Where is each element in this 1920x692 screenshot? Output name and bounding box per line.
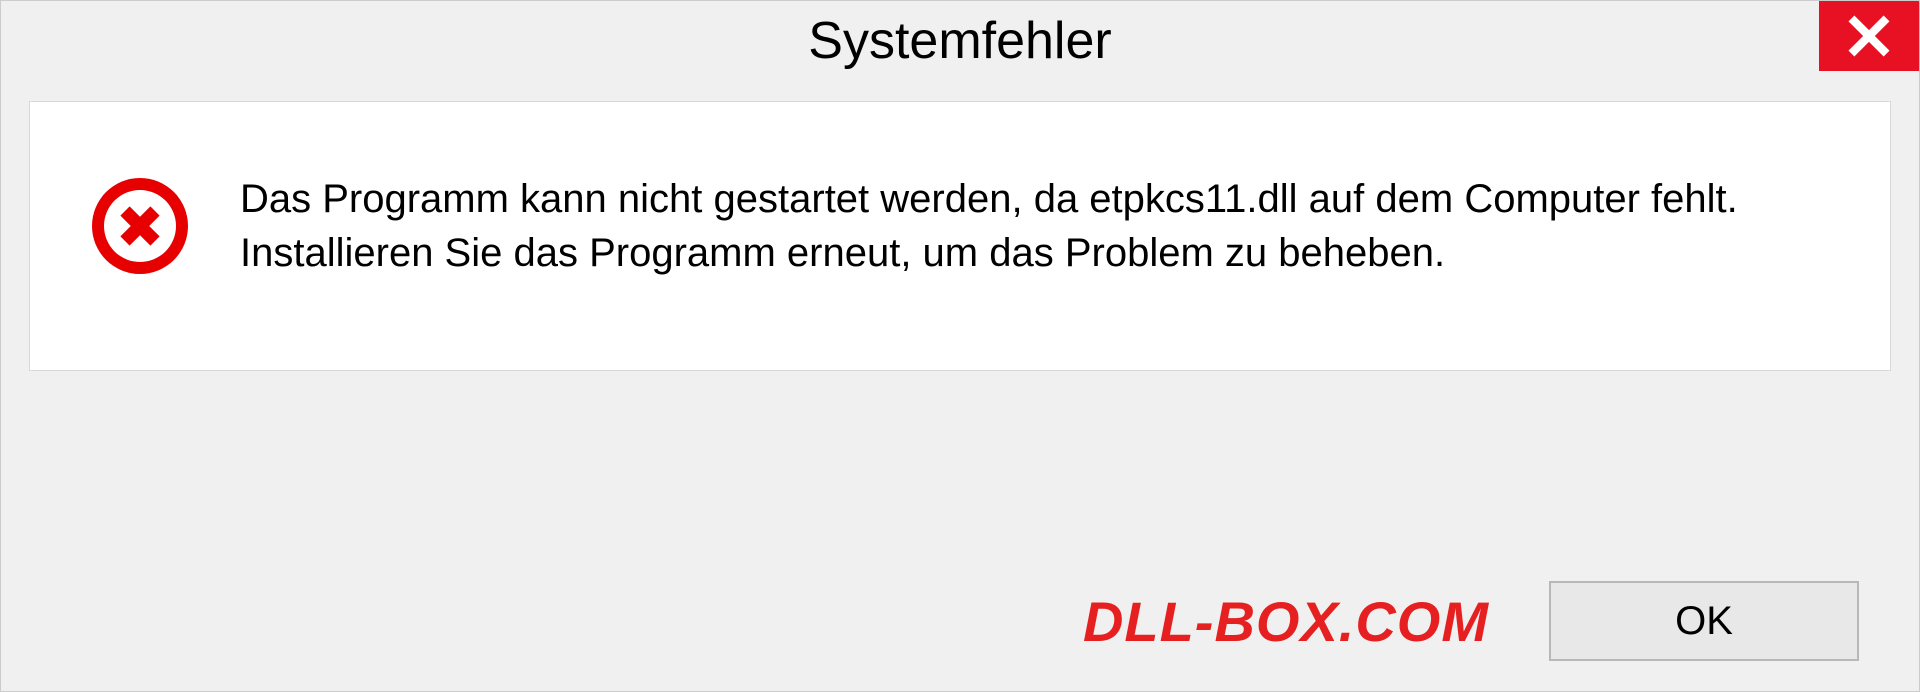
footer: DLL-BOX.COM OK — [1, 581, 1919, 661]
dialog-title: Systemfehler — [808, 11, 1111, 71]
close-icon — [1847, 14, 1891, 58]
watermark-text: DLL-BOX.COM — [1083, 589, 1489, 654]
error-icon — [90, 176, 190, 276]
ok-button[interactable]: OK — [1549, 581, 1859, 661]
close-button[interactable] — [1819, 1, 1919, 71]
titlebar: Systemfehler — [1, 1, 1919, 81]
message-panel: Das Programm kann nicht gestartet werden… — [29, 101, 1891, 371]
ok-button-label: OK — [1675, 599, 1733, 644]
error-message: Das Programm kann nicht gestartet werden… — [240, 172, 1830, 280]
